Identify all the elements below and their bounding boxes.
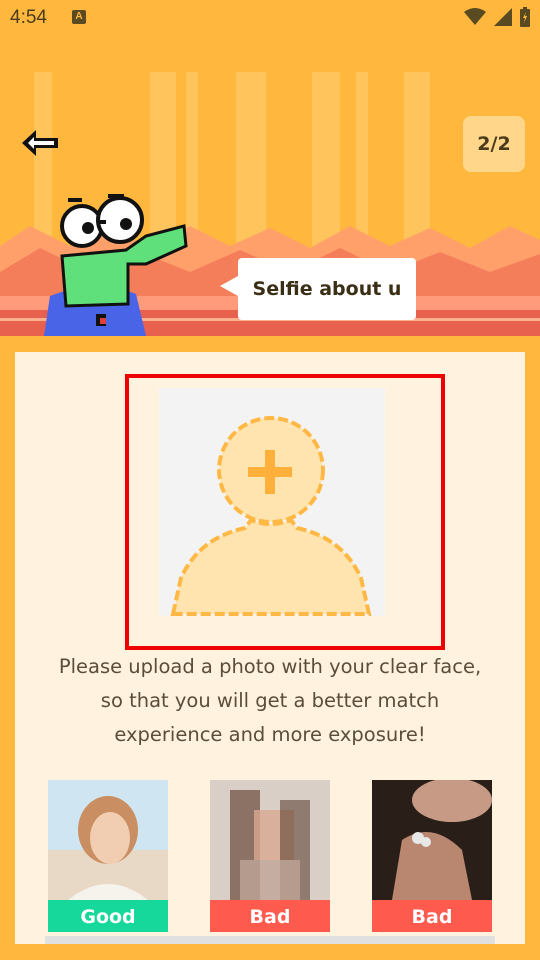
example-photo-clear-face (48, 780, 168, 900)
status-bar: 4:54 A (0, 0, 540, 36)
status-icons (464, 7, 530, 27)
example-bad-covered: Bad (372, 780, 492, 932)
example-photo-covered-face (372, 780, 492, 900)
photo-upload-frame[interactable] (125, 374, 445, 650)
speech-bubble: Selfie about u (220, 258, 416, 320)
example-label-good: Good (48, 900, 168, 932)
upload-instruction: Please upload a photo with your clear fa… (58, 655, 482, 746)
example-label-bad: Bad (372, 900, 492, 932)
status-time: 4:54 (10, 7, 47, 28)
example-bad-blurry: Bad (210, 780, 330, 932)
battery-icon (520, 7, 530, 27)
bottom-scroll-indicator (45, 936, 495, 944)
header-scene: 2/2 Selfie about u (0, 36, 540, 336)
example-photo-blurry (210, 780, 330, 900)
example-label-bad: Bad (210, 900, 330, 932)
speech-bubble-tail (220, 276, 238, 296)
notification-icon: A (72, 10, 86, 24)
crocodile-mascot (44, 194, 188, 336)
example-good: Good (48, 780, 168, 932)
add-photo-icon (170, 416, 372, 616)
signal-icon (494, 8, 512, 26)
progress-badge: 2/2 (463, 116, 525, 172)
speech-text: Selfie about u (252, 278, 402, 300)
content-card: Please upload a photo with your clear fa… (15, 352, 525, 944)
photo-placeholder[interactable] (159, 388, 385, 616)
back-arrow-icon[interactable] (16, 126, 64, 160)
example-photos: Good Bad Bad (48, 780, 494, 936)
wifi-icon (464, 8, 486, 25)
